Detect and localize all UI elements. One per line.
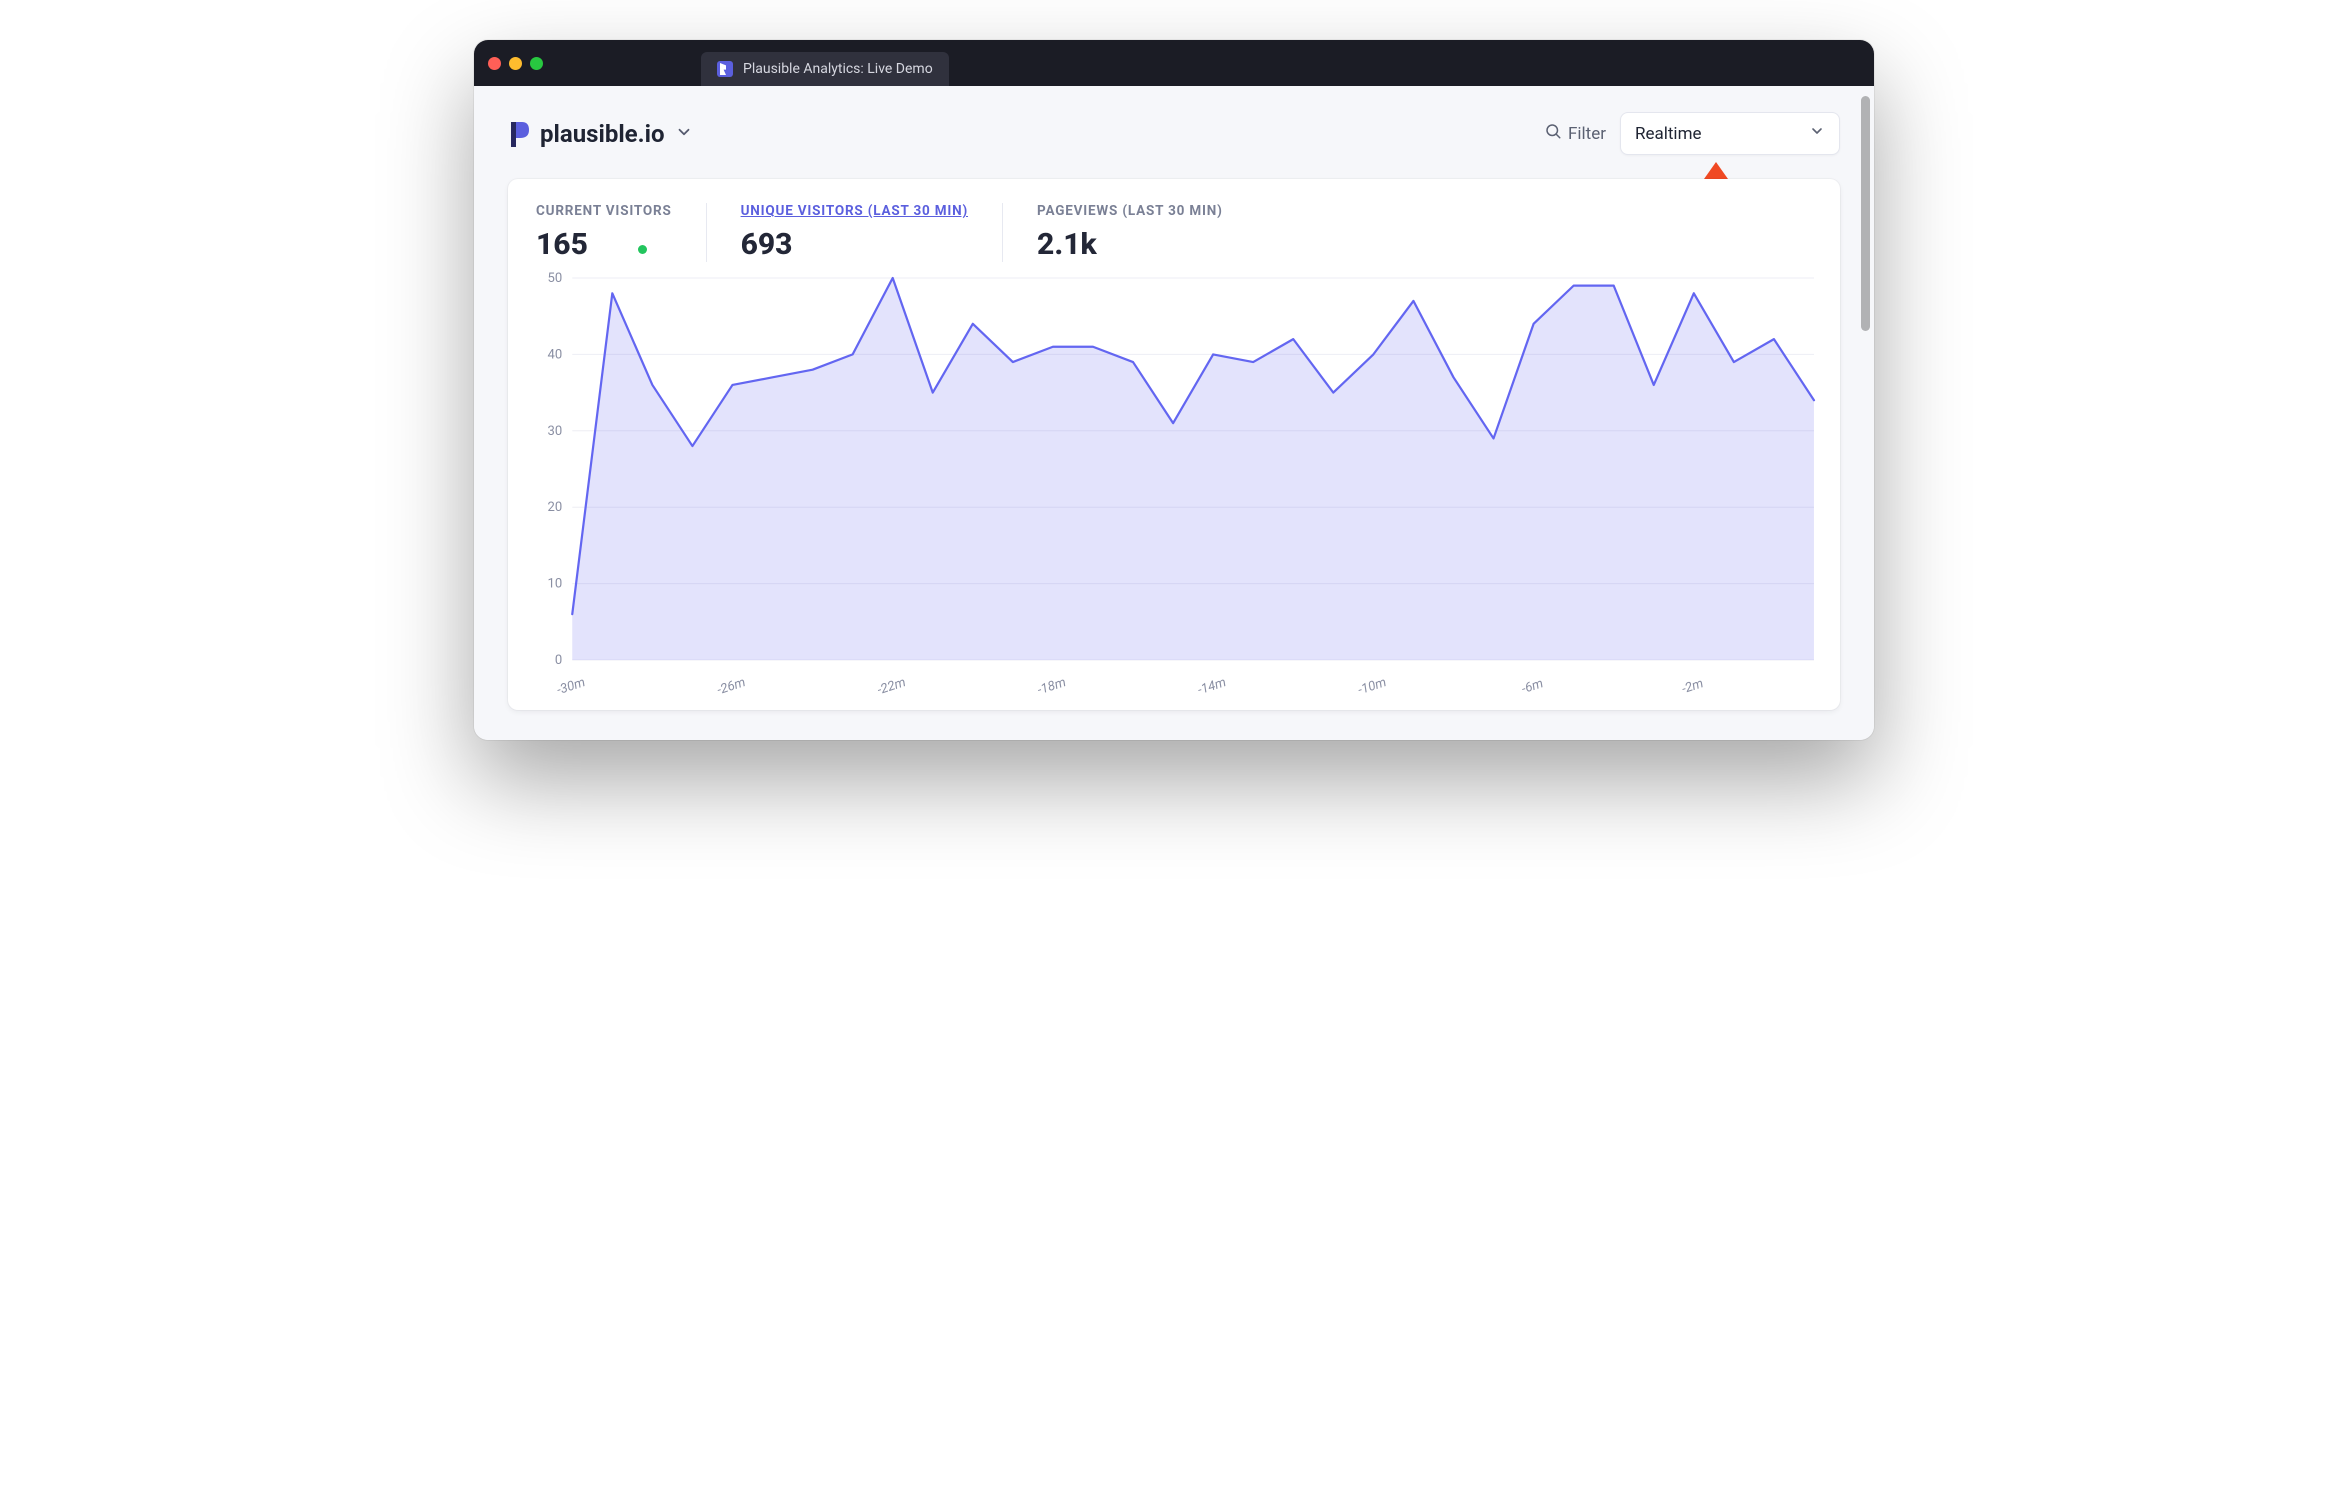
search-icon <box>1544 122 1562 145</box>
titlebar: Plausible Analytics: Live Demo <box>474 40 1874 86</box>
svg-text:-10m: -10m <box>1356 675 1388 698</box>
stat-value: 2.1k <box>1037 227 1223 262</box>
stats-row: CURRENT VISITORS 165 UNIQUE VISITORS (LA… <box>530 203 1818 262</box>
svg-text:50: 50 <box>547 271 562 286</box>
stat-current-visitors[interactable]: CURRENT VISITORS 165 <box>530 203 707 262</box>
svg-text:10: 10 <box>547 577 562 592</box>
dashboard-header: plausible.io Filter Realtime <box>508 112 1840 155</box>
header-controls: Filter Realtime <box>1544 112 1840 155</box>
stat-label: UNIQUE VISITORS (LAST 30 MIN) <box>741 203 968 219</box>
plausible-favicon-icon <box>717 61 733 77</box>
realtime-card: CURRENT VISITORS 165 UNIQUE VISITORS (LA… <box>508 179 1840 710</box>
svg-text:-26m: -26m <box>715 675 747 698</box>
close-window-button[interactable] <box>488 57 501 70</box>
svg-text:30: 30 <box>547 424 562 439</box>
vertical-scrollbar[interactable] <box>1861 96 1870 714</box>
chevron-down-icon <box>675 123 693 145</box>
svg-text:-6m: -6m <box>1520 676 1545 697</box>
svg-text:-30m: -30m <box>555 675 587 698</box>
svg-text:20: 20 <box>547 500 562 515</box>
filter-button[interactable]: Filter <box>1544 122 1606 145</box>
svg-text:-2m: -2m <box>1680 676 1705 697</box>
svg-text:0: 0 <box>555 653 562 668</box>
minimize-window-button[interactable] <box>509 57 522 70</box>
page-content: plausible.io Filter Realtime <box>474 86 1874 740</box>
stat-label: CURRENT VISITORS <box>536 203 672 219</box>
svg-text:-22m: -22m <box>876 675 908 698</box>
svg-text:-18m: -18m <box>1036 675 1068 698</box>
realtime-chart: 0 10 20 30 40 50 -30m -26m -22m -18m -14m -10m -6m -2… <box>530 272 1818 702</box>
svg-text:40: 40 <box>547 347 562 362</box>
site-picker[interactable]: plausible.io <box>508 120 693 148</box>
scrollbar-thumb[interactable] <box>1861 96 1870 331</box>
tab-title: Plausible Analytics: Live Demo <box>743 61 933 77</box>
date-range-label: Realtime <box>1635 124 1702 144</box>
stat-value: 693 <box>741 227 968 262</box>
browser-window: Plausible Analytics: Live Demo plausible… <box>474 40 1874 740</box>
chevron-down-icon <box>1809 123 1825 144</box>
maximize-window-button[interactable] <box>530 57 543 70</box>
stat-unique-visitors[interactable]: UNIQUE VISITORS (LAST 30 MIN) 693 <box>707 203 1003 262</box>
site-name: plausible.io <box>540 120 665 148</box>
stat-value: 165 <box>536 227 588 262</box>
date-range-select[interactable]: Realtime <box>1620 112 1840 155</box>
window-controls <box>488 57 543 70</box>
live-indicator-icon <box>638 245 647 254</box>
svg-text:-14m: -14m <box>1196 675 1228 698</box>
filter-label: Filter <box>1568 124 1606 144</box>
plausible-logo-icon <box>508 120 530 148</box>
stat-label: PAGEVIEWS (LAST 30 MIN) <box>1037 203 1223 219</box>
browser-tab[interactable]: Plausible Analytics: Live Demo <box>701 52 949 86</box>
stat-pageviews[interactable]: PAGEVIEWS (LAST 30 MIN) 2.1k <box>1003 203 1257 262</box>
